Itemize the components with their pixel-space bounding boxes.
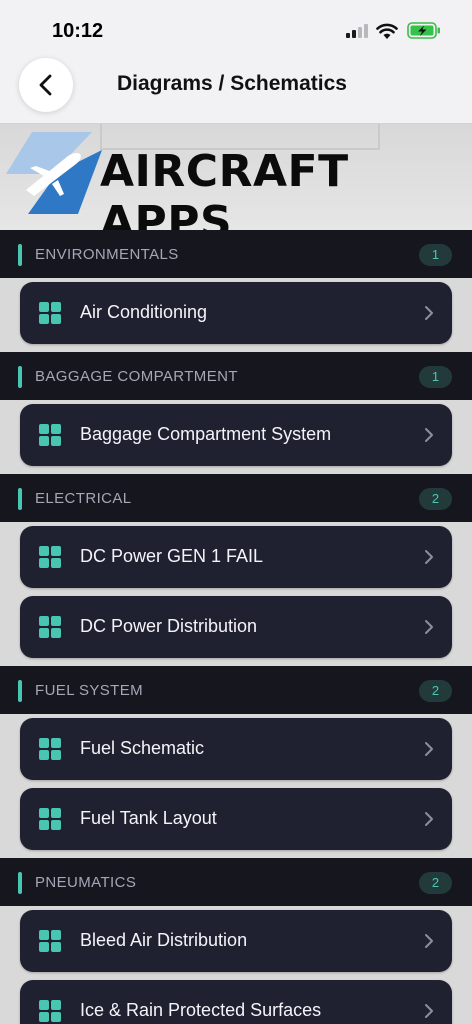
grid-icon bbox=[39, 616, 61, 638]
list-item-label: Air Conditioning bbox=[80, 302, 208, 322]
section-count-badge: 2 bbox=[419, 488, 452, 510]
section-fuel-system: FUEL SYSTEM 2 Fuel Schematic Fuel Tank L… bbox=[0, 666, 472, 858]
section-title: PNEUMATICS bbox=[35, 874, 137, 891]
status-time: 10:12 bbox=[52, 20, 104, 42]
chevron-right-icon bbox=[425, 306, 433, 320]
list-item-bleed-air-distribution[interactable]: Bleed Air Distribution bbox=[20, 910, 452, 972]
chevron-right-icon bbox=[425, 428, 433, 442]
list-item-ice-rain-protected-surfaces[interactable]: Ice & Rain Protected Surfaces bbox=[20, 980, 452, 1024]
list-item-dc-power-gen-1-fail[interactable]: DC Power GEN 1 FAIL bbox=[20, 526, 452, 588]
section-title: FUEL SYSTEM bbox=[35, 682, 144, 699]
section-environmentals: ENVIRONMENTALS 1 Air Conditioning bbox=[0, 230, 472, 352]
section-count-badge: 1 bbox=[419, 366, 452, 388]
section-baggage-compartment: BAGGAGE COMPARTMENT 1 Baggage Compartmen… bbox=[0, 352, 472, 474]
back-button[interactable] bbox=[19, 58, 73, 112]
section-title: BAGGAGE COMPARTMENT bbox=[35, 368, 238, 385]
brand-logo-text: AIRCRAFT APPS bbox=[100, 146, 349, 230]
section-accent-bar bbox=[18, 488, 22, 510]
section-electrical: ELECTRICAL 2 DC Power GEN 1 FAIL DC Powe… bbox=[0, 474, 472, 666]
list-item-label: Fuel Schematic bbox=[80, 738, 205, 758]
chevron-right-icon bbox=[425, 1004, 433, 1018]
diagram-list[interactable]: ENVIRONMENTALS 1 Air Conditioning BAGGAG… bbox=[0, 230, 472, 1024]
section-title: ELECTRICAL bbox=[35, 490, 132, 507]
section-accent-bar bbox=[18, 680, 22, 702]
list-item-label: DC Power GEN 1 FAIL bbox=[80, 546, 264, 566]
grid-icon bbox=[39, 546, 61, 568]
airplane-logo-icon bbox=[6, 132, 102, 214]
section-count-badge: 2 bbox=[419, 872, 452, 894]
section-count-badge: 2 bbox=[419, 680, 452, 702]
grid-icon bbox=[39, 1000, 61, 1022]
list-item-label: Bleed Air Distribution bbox=[80, 930, 248, 950]
list-item-label: DC Power Distribution bbox=[80, 616, 258, 636]
section-header: FUEL SYSTEM 2 bbox=[0, 666, 472, 714]
section-accent-bar bbox=[18, 872, 22, 894]
brand-banner: AIRCRAFT APPS bbox=[0, 124, 472, 230]
section-header: PNEUMATICS 2 bbox=[0, 858, 472, 906]
list-item-baggage-compartment-system[interactable]: Baggage Compartment System bbox=[20, 404, 452, 466]
chevron-right-icon bbox=[425, 812, 433, 826]
section-title: ENVIRONMENTALS bbox=[35, 246, 179, 263]
section-accent-bar bbox=[18, 366, 22, 388]
chevron-right-icon bbox=[425, 934, 433, 948]
chevron-right-icon bbox=[425, 620, 433, 634]
list-item-air-conditioning[interactable]: Air Conditioning bbox=[20, 282, 452, 344]
list-item-label: Ice & Rain Protected Surfaces bbox=[80, 1000, 322, 1020]
list-item-fuel-schematic[interactable]: Fuel Schematic bbox=[20, 718, 452, 780]
grid-icon bbox=[39, 424, 61, 446]
section-count-badge: 1 bbox=[419, 244, 452, 266]
grid-icon bbox=[39, 808, 61, 830]
wifi-icon bbox=[376, 23, 398, 39]
section-pneumatics: PNEUMATICS 2 Bleed Air Distribution Ice … bbox=[0, 858, 472, 1024]
grid-icon bbox=[39, 302, 61, 324]
section-accent-bar bbox=[18, 244, 22, 266]
list-item-fuel-tank-layout[interactable]: Fuel Tank Layout bbox=[20, 788, 452, 850]
battery-charging-icon bbox=[407, 22, 440, 39]
chevron-right-icon bbox=[425, 742, 433, 756]
section-header: ENVIRONMENTALS 1 bbox=[0, 230, 472, 278]
list-item-label: Fuel Tank Layout bbox=[80, 808, 217, 828]
grid-icon bbox=[39, 738, 61, 760]
navigation-bar: Diagrams / Schematics bbox=[0, 56, 472, 124]
grid-icon bbox=[39, 930, 61, 952]
chevron-left-icon bbox=[39, 74, 52, 96]
list-item-dc-power-distribution[interactable]: DC Power Distribution bbox=[20, 596, 452, 658]
cellular-signal-icon bbox=[346, 24, 370, 38]
page-title: Diagrams / Schematics bbox=[117, 72, 347, 95]
status-bar: 10:12 bbox=[0, 0, 472, 56]
list-item-label: Baggage Compartment System bbox=[80, 424, 332, 444]
section-header: ELECTRICAL 2 bbox=[0, 474, 472, 522]
chevron-right-icon bbox=[425, 550, 433, 564]
section-header: BAGGAGE COMPARTMENT 1 bbox=[0, 352, 472, 400]
